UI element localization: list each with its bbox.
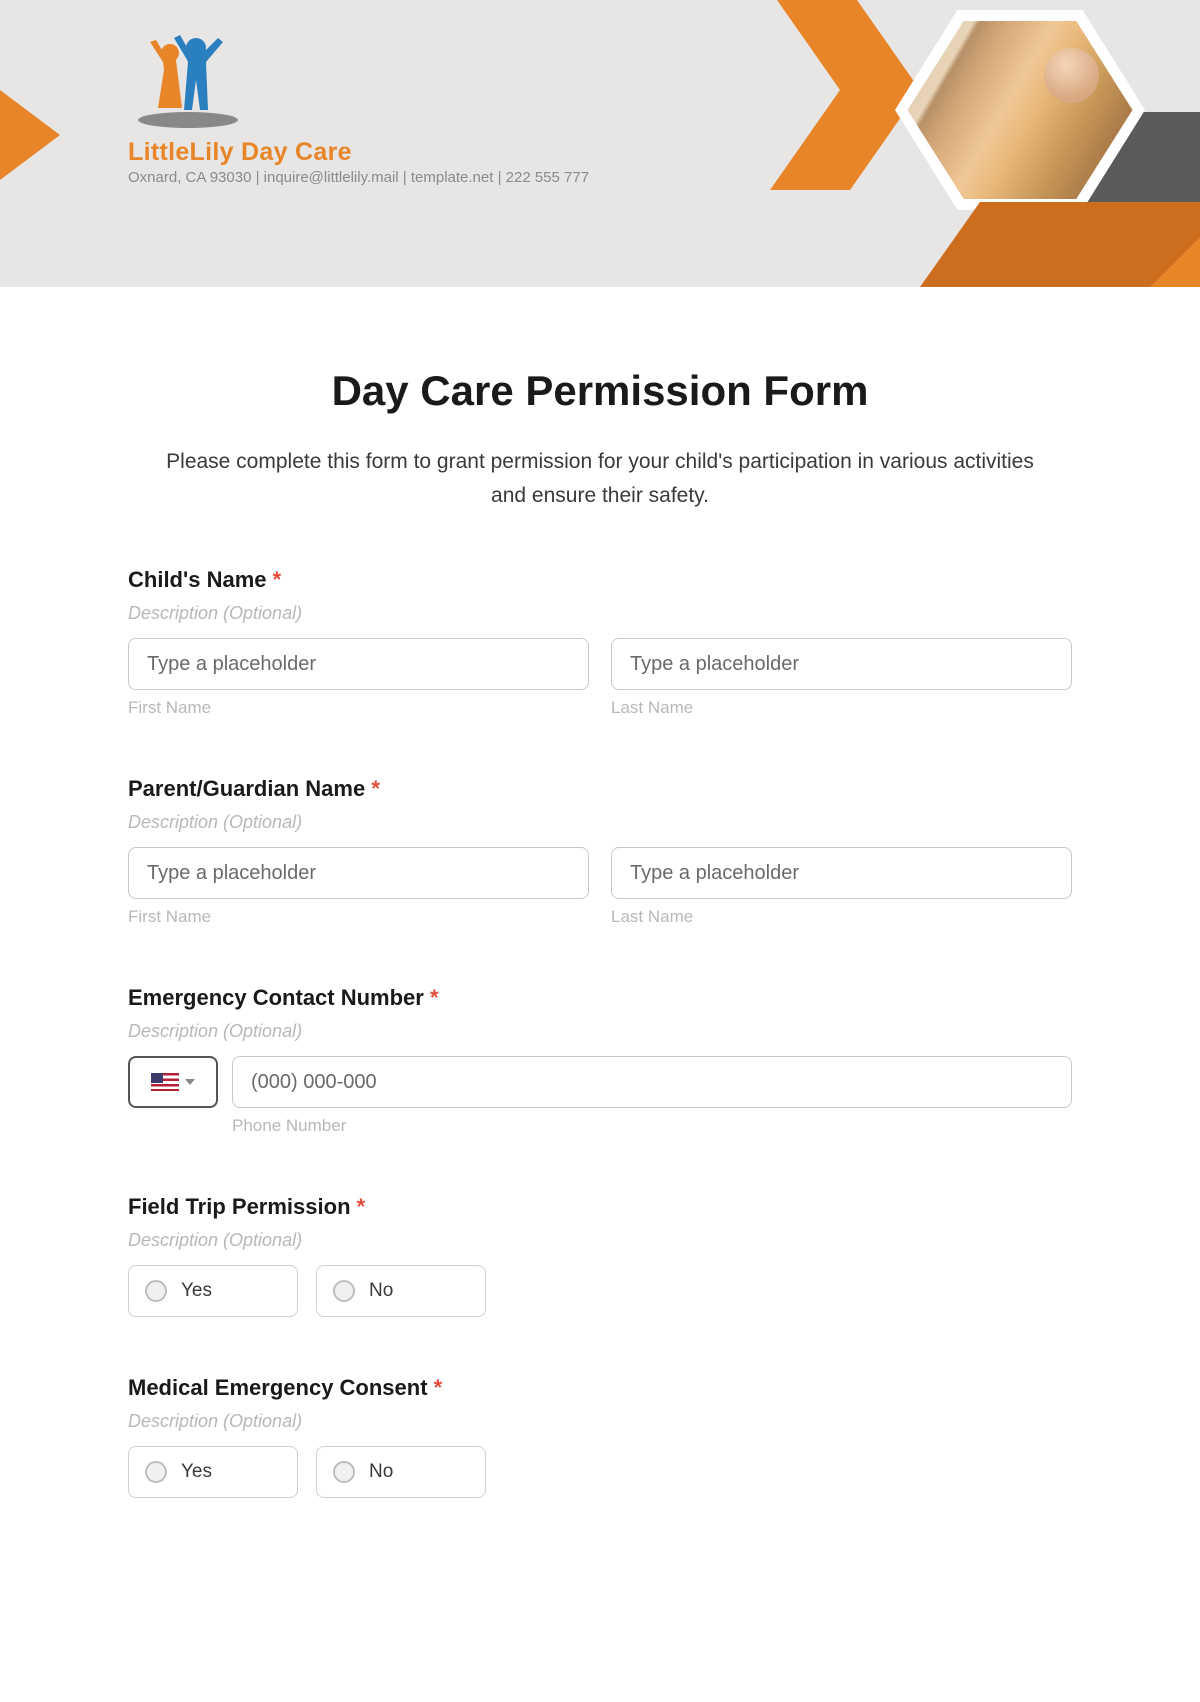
parent-last-name-input[interactable] [611,847,1072,899]
field-trip-label-text: Field Trip Permission [128,1194,351,1219]
parent-name-label-text: Parent/Guardian Name [128,776,365,801]
medical-no-option[interactable]: No [316,1446,486,1498]
header-graphic-block [740,0,1200,287]
radio-icon [145,1461,167,1483]
logo [128,30,248,130]
medical-description[interactable]: Description (Optional) [128,1411,1072,1432]
phone-country-select[interactable] [128,1056,218,1108]
page-intro: Please complete this form to grant permi… [160,445,1040,512]
radio-icon [333,1461,355,1483]
field-trip-description[interactable]: Description (Optional) [128,1230,1072,1251]
medical-no-label: No [369,1461,393,1483]
field-field-trip: Field Trip Permission * Description (Opt… [128,1194,1072,1317]
field-trip-no-option[interactable]: No [316,1265,486,1317]
radio-icon [333,1280,355,1302]
decorative-chevron-left [0,90,60,180]
form-content: Day Care Permission Form Please complete… [0,287,1200,1596]
hero-hex-photo-frame [895,10,1145,210]
medical-yes-option[interactable]: Yes [128,1446,298,1498]
emergency-description[interactable]: Description (Optional) [128,1021,1072,1042]
field-trip-label: Field Trip Permission * [128,1194,1072,1220]
phone-number-input[interactable] [232,1056,1072,1108]
child-name-label-text: Child's Name [128,567,267,592]
field-trip-no-label: No [369,1280,393,1302]
required-mark: * [273,567,282,592]
parent-name-description[interactable]: Description (Optional) [128,812,1072,833]
required-mark: * [430,985,439,1010]
field-emergency-contact: Emergency Contact Number * Description (… [128,985,1072,1136]
parent-first-name-sublabel: First Name [128,907,589,927]
child-name-description[interactable]: Description (Optional) [128,603,1072,624]
header-banner: LittleLily Day Care Oxnard, CA 93030 | i… [0,0,1200,287]
us-flag-icon [151,1073,179,1091]
field-medical-consent: Medical Emergency Consent * Description … [128,1375,1072,1498]
field-child-name: Child's Name * Description (Optional) Fi… [128,567,1072,718]
child-last-name-sublabel: Last Name [611,698,1072,718]
parent-name-label: Parent/Guardian Name * [128,776,1072,802]
decorative-wedge-bottom-right [870,202,1200,287]
required-mark: * [371,776,380,801]
medical-label-text: Medical Emergency Consent [128,1375,428,1400]
child-name-label: Child's Name * [128,567,1072,593]
required-mark: * [357,1194,366,1219]
child-last-name-input[interactable] [611,638,1072,690]
field-trip-yes-label: Yes [181,1280,212,1302]
hero-photo [908,21,1133,199]
chevron-down-icon [185,1079,195,1085]
page-title: Day Care Permission Form [128,367,1072,415]
medical-label: Medical Emergency Consent * [128,1375,1072,1401]
medical-yes-label: Yes [181,1461,212,1483]
child-first-name-sublabel: First Name [128,698,589,718]
field-parent-name: Parent/Guardian Name * Description (Opti… [128,776,1072,927]
parent-last-name-sublabel: Last Name [611,907,1072,927]
parent-first-name-input[interactable] [128,847,589,899]
emergency-label: Emergency Contact Number * [128,985,1072,1011]
logo-icon [128,30,248,130]
phone-number-sublabel: Phone Number [232,1116,1072,1136]
radio-icon [145,1280,167,1302]
field-trip-yes-option[interactable]: Yes [128,1265,298,1317]
required-mark: * [434,1375,443,1400]
emergency-label-text: Emergency Contact Number [128,985,424,1010]
child-first-name-input[interactable] [128,638,589,690]
